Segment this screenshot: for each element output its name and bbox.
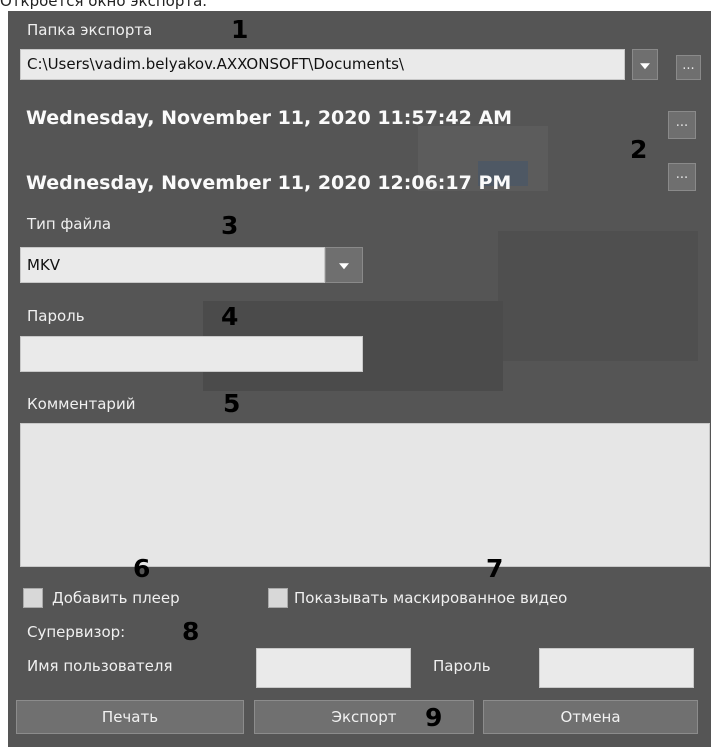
export-folder-field[interactable]: C:\Users\vadim.belyakov.AXXONSOFT\Docume… [20, 49, 625, 80]
add-player-checkbox[interactable] [23, 588, 43, 608]
chevron-down-icon [640, 62, 650, 69]
end-time-text: Wednesday, November 11, 2020 12:06:17 PM [26, 172, 512, 194]
show-masked-video-checkbox[interactable] [268, 588, 288, 608]
supervisor-username-field[interactable] [256, 648, 411, 688]
export-folder-browse-button[interactable]: ... [676, 55, 701, 80]
callout-1: 1 [231, 15, 249, 44]
callout-8: 8 [182, 617, 200, 646]
file-type-select[interactable]: MKV [20, 247, 325, 283]
export-window: Папка экспорта 1 C:\Users\vadim.belyakov… [8, 11, 711, 747]
callout-5: 5 [223, 389, 241, 418]
password-field[interactable] [20, 336, 363, 372]
print-button[interactable]: Печать [16, 700, 244, 734]
comment-textarea[interactable] [20, 423, 710, 567]
file-type-dropdown-button[interactable] [325, 247, 363, 283]
supervisor-password-field[interactable] [539, 648, 694, 688]
page-caption: Откроется окно экспорта. [0, 0, 711, 11]
video-background-shape [498, 231, 698, 361]
supervisor-username-label: Имя пользователя [27, 657, 173, 675]
supervisor-label: Супервизор: [27, 623, 126, 641]
comment-label: Комментарий [27, 395, 136, 413]
add-player-label: Добавить плеер [52, 589, 180, 607]
start-time-text: Wednesday, November 11, 2020 11:57:42 AM [26, 107, 513, 129]
password-label: Пароль [27, 307, 85, 325]
cancel-button[interactable]: Отмена [483, 700, 698, 734]
callout-7: 7 [486, 554, 504, 583]
chevron-down-icon [339, 263, 349, 270]
show-masked-video-label: Показывать маскированное видео [294, 589, 568, 607]
callout-2: 2 [630, 135, 648, 164]
callout-9: 9 [425, 703, 443, 732]
export-folder-label: Папка экспорта [27, 21, 153, 39]
start-time-browse-button[interactable]: ... [668, 111, 696, 139]
end-time-browse-button[interactable]: ... [668, 163, 696, 191]
supervisor-password-label: Пароль [433, 657, 491, 675]
export-folder-dropdown-button[interactable] [632, 49, 658, 80]
callout-4: 4 [221, 302, 239, 331]
callout-3: 3 [221, 211, 239, 240]
file-type-label: Тип файла [27, 215, 112, 233]
callout-6: 6 [133, 554, 151, 583]
